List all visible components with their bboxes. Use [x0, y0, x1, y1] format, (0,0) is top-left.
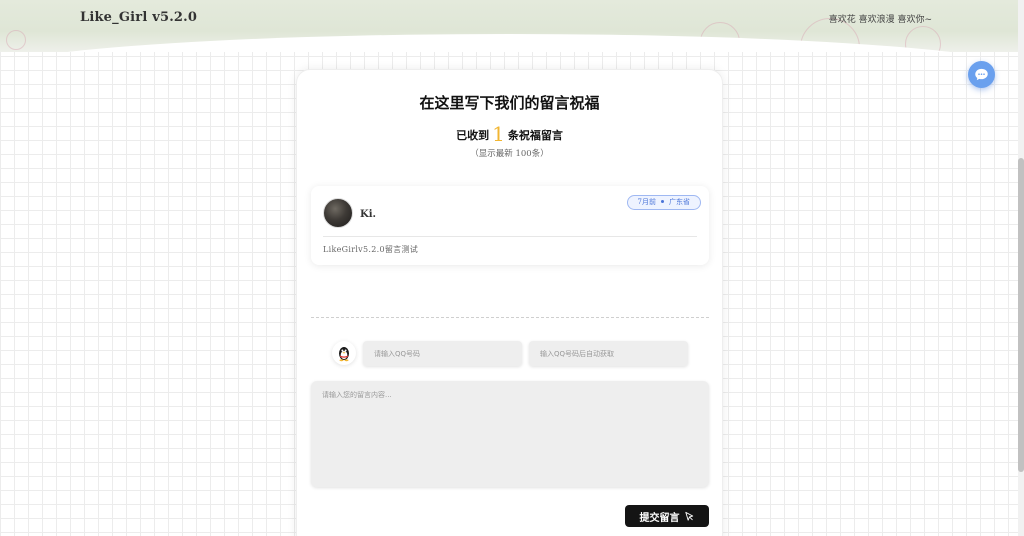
submit-button[interactable]: 提交留言	[625, 505, 709, 527]
message-location: 广东省	[669, 198, 690, 206]
header-banner: Like_Girl v5.2.0 喜欢花 喜欢浪漫 喜欢你~	[0, 0, 1018, 52]
section-divider	[311, 317, 709, 318]
message-divider	[323, 236, 697, 237]
message-meta-badge: 7月前 广东省	[626, 195, 701, 210]
message-text: LikeGirlv5.2.0留言测试	[323, 245, 419, 254]
message-count: 已收到 1 条祝福留言	[297, 122, 722, 146]
message-content-textarea[interactable]	[311, 381, 709, 487]
separator-dot	[661, 200, 664, 203]
message-author: Ki.	[360, 209, 376, 220]
chat-button[interactable]	[968, 61, 995, 88]
nickname-input[interactable]	[529, 341, 688, 366]
site-brand[interactable]: Like_Girl v5.2.0	[80, 10, 197, 25]
qq-number-input[interactable]	[363, 341, 522, 366]
count-subtitle: （显示最新 100条）	[470, 149, 549, 159]
scrollbar-thumb[interactable]	[1018, 158, 1024, 472]
avatar	[323, 198, 353, 228]
submit-label: 提交留言	[639, 512, 680, 524]
pointer-icon	[684, 511, 693, 521]
message-card: Ki. 7月前 广东省 LikeGirlv5.2.0留言测试	[311, 186, 709, 265]
header-slogan-links[interactable]: 喜欢花 喜欢浪漫 喜欢你~	[829, 12, 932, 25]
count-number: 1	[492, 122, 505, 146]
count-suffix: 条祝福留言	[507, 129, 563, 142]
message-time: 7月前	[637, 198, 656, 206]
qq-penguin-icon	[339, 347, 349, 362]
decoration	[6, 30, 26, 50]
page-scrollbar[interactable]	[1018, 0, 1024, 536]
qq-avatar	[332, 341, 356, 365]
header-wave	[0, 34, 1018, 52]
count-prefix: 已收到	[456, 129, 490, 142]
chat-bubble-icon	[975, 68, 988, 81]
page-title: 在这里写下我们的留言祝福	[419, 94, 600, 112]
guestbook-card: 在这里写下我们的留言祝福 已收到 1 条祝福留言 （显示最新 100条） Ki. 7…	[296, 69, 723, 536]
